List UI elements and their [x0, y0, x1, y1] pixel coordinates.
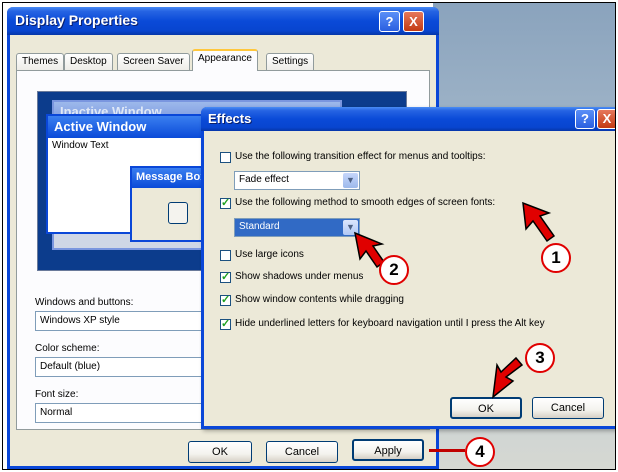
annotation-step-1: 1	[541, 243, 571, 273]
annotation-arrow-1	[522, 201, 556, 243]
annotation-step-3: 3	[525, 343, 555, 373]
annotation-arrow-3	[492, 356, 524, 399]
annotation-step-2: 2	[379, 255, 409, 285]
screenshot-frame: Display Properties ? X Themes Desktop Sc…	[2, 2, 616, 470]
annotation-arrow-2	[354, 231, 386, 269]
annotation-step-4: 4	[465, 437, 495, 467]
tab-appearance[interactable]: Appearance	[192, 49, 258, 71]
annotation-overlay	[354, 201, 556, 399]
annotation-connector-4	[429, 449, 465, 452]
